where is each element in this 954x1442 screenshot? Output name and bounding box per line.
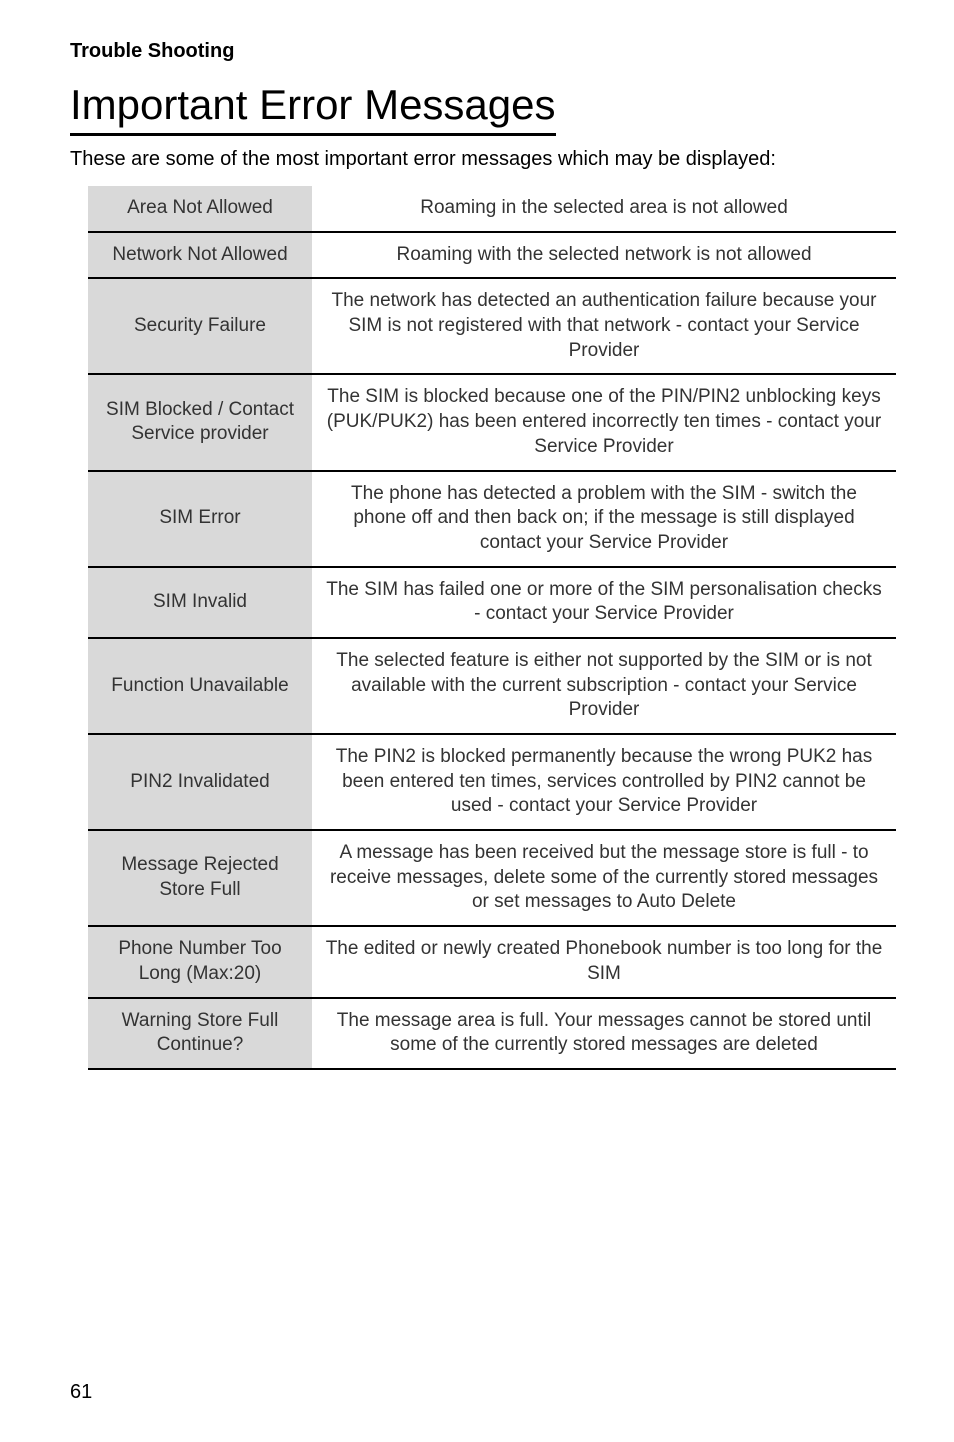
table-row: Phone Number Too Long (Max:20)The edited… [88, 926, 896, 997]
error-description-cell: The network has detected an authenticati… [312, 278, 896, 374]
error-description-cell: Roaming with the selected network is not… [312, 232, 896, 279]
error-name-cell: SIM Error [88, 471, 312, 567]
intro-text: These are some of the most important err… [70, 146, 896, 172]
error-description-cell: The phone has detected a problem with th… [312, 471, 896, 567]
error-description-cell: The selected feature is either not suppo… [312, 638, 896, 734]
error-name-cell: SIM Invalid [88, 567, 312, 638]
table-row: Function UnavailableThe selected feature… [88, 638, 896, 734]
section-label: Trouble Shooting [70, 40, 896, 63]
table-row: PIN2 InvalidatedThe PIN2 is blocked perm… [88, 734, 896, 830]
error-messages-table: Area Not AllowedRoaming in the selected … [88, 186, 896, 1070]
table-row: Security FailureThe network has detected… [88, 278, 896, 374]
error-name-cell: Network Not Allowed [88, 232, 312, 279]
error-description-cell: The edited or newly created Phonebook nu… [312, 926, 896, 997]
table-row: SIM InvalidThe SIM has failed one or mor… [88, 567, 896, 638]
page-title: Important Error Messages [70, 81, 556, 136]
error-name-cell: Function Unavailable [88, 638, 312, 734]
error-name-cell: Phone Number Too Long (Max:20) [88, 926, 312, 997]
error-name-cell: Area Not Allowed [88, 186, 312, 232]
table-row: SIM ErrorThe phone has detected a proble… [88, 471, 896, 567]
page: Trouble Shooting Important Error Message… [0, 0, 954, 1442]
page-number: 61 [70, 1381, 92, 1404]
error-description-cell: The SIM has failed one or more of the SI… [312, 567, 896, 638]
table-row: Area Not AllowedRoaming in the selected … [88, 186, 896, 232]
error-name-cell: Security Failure [88, 278, 312, 374]
table-row: Warning Store Full Continue?The message … [88, 998, 896, 1069]
error-description-cell: The SIM is blocked because one of the PI… [312, 374, 896, 470]
error-name-cell: Message Rejected Store Full [88, 830, 312, 926]
error-description-cell: A message has been received but the mess… [312, 830, 896, 926]
table-row: Message Rejected Store FullA message has… [88, 830, 896, 926]
table-row: Network Not AllowedRoaming with the sele… [88, 232, 896, 279]
error-name-cell: PIN2 Invalidated [88, 734, 312, 830]
error-description-cell: The message area is full. Your messages … [312, 998, 896, 1069]
error-name-cell: SIM Blocked / Contact Service provider [88, 374, 312, 470]
table-row: SIM Blocked / Contact Service providerTh… [88, 374, 896, 470]
error-name-cell: Warning Store Full Continue? [88, 998, 312, 1069]
error-description-cell: Roaming in the selected area is not allo… [312, 186, 896, 232]
error-description-cell: The PIN2 is blocked permanently because … [312, 734, 896, 830]
